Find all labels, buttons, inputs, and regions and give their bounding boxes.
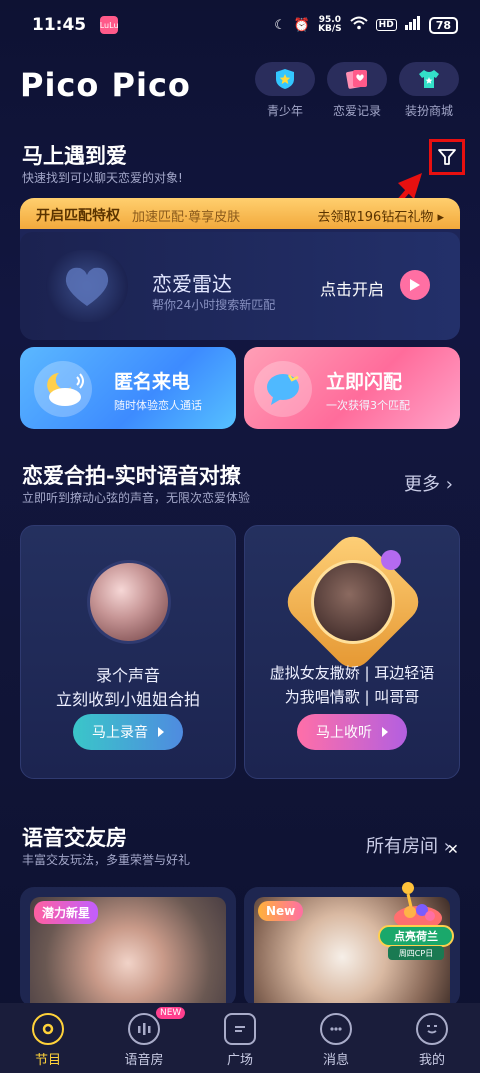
play-icon[interactable] — [400, 270, 430, 300]
voice-more-link[interactable]: 更多 › — [404, 470, 453, 496]
listen-line1: 虚拟女友撒娇 | 耳边轻语 — [269, 664, 435, 682]
app-header: Pico Pico 青少年 恋爱记录 装扮商城 — [20, 56, 460, 124]
chat-bubble-icon — [254, 361, 312, 417]
tab-programs[interactable]: 节目 — [0, 1003, 96, 1073]
tab-profile[interactable]: 我的 — [384, 1003, 480, 1073]
shield-star-icon — [255, 62, 315, 96]
filter-button[interactable] — [429, 139, 465, 175]
match-privilege-banner[interactable]: 开启匹配特权 加速匹配·尊享皮肤 去领取196钻石礼物 ▸ — [20, 198, 460, 232]
tshirt-icon — [399, 62, 459, 96]
wifi-icon — [350, 16, 368, 34]
tab-voice-room[interactable]: NEW 语音房 — [96, 1003, 192, 1073]
privilege-reward-link[interactable]: 去领取196钻石礼物 ▸ — [318, 206, 461, 225]
moon-cloud-icon — [34, 361, 92, 417]
love-section-subtitle: 快速找到可以聊天恋爱的对象! — [22, 171, 183, 185]
room-tag: 潜力新星 — [34, 901, 99, 924]
battery-icon: 78 — [428, 16, 458, 34]
heart-cards-icon — [327, 62, 387, 96]
tab-messages-label: 消息 — [322, 1053, 349, 1068]
app-logo: Pico Pico — [20, 66, 191, 104]
filter-icon — [438, 149, 456, 165]
play-icon — [158, 727, 164, 737]
play-icon — [382, 727, 388, 737]
status-bar: 11:45 LuLu ☾ ⏰ 95.0 KB/S HD 78 — [0, 0, 480, 50]
listen-button-label: 马上收听 — [316, 725, 372, 741]
hd-icon: HD — [375, 19, 397, 31]
record-voice-button[interactable]: 马上录音 — [73, 714, 183, 750]
voice-section-subtitle: 立即听到撩动心弦的声音，无限次恋爱体验 — [22, 491, 251, 505]
radar-title: 恋爱雷达 — [152, 272, 232, 296]
speed-unit: KB/S — [318, 24, 342, 34]
close-icon[interactable]: ✕ — [447, 842, 459, 858]
teen-mode-button[interactable]: 青少年 — [254, 62, 316, 119]
status-indicators: ☾ ⏰ 95.0 KB/S HD 78 — [274, 16, 458, 34]
radar-subtitle: 帮你24小时搜索新匹配 — [152, 298, 276, 312]
star-chat-icon — [224, 1013, 256, 1045]
privilege-title: 开启匹配特权 — [36, 208, 120, 224]
bottom-tab-bar: 节目 NEW 语音房 广场 消息 我的 — [0, 1003, 480, 1073]
dress-shop-button[interactable]: 装扮商城 — [398, 62, 460, 119]
at-sign-icon — [32, 1013, 64, 1045]
teen-mode-label: 青少年 — [266, 104, 303, 118]
status-time: 11:45 — [32, 15, 87, 35]
tab-plaza-label: 广场 — [226, 1053, 253, 1068]
rooms-more-label: 所有房间 — [366, 836, 438, 857]
tab-voice-room-label: 语音房 — [124, 1053, 164, 1068]
record-voice-line1: 录个声音 — [95, 666, 160, 685]
record-voice-button-label: 马上录音 — [92, 725, 148, 741]
alarm-icon: ⏰ — [293, 17, 311, 33]
header-shortcuts: 青少年 恋爱记录 装扮商城 — [254, 62, 460, 119]
music-note-icon — [381, 550, 401, 570]
avatar — [87, 560, 171, 644]
promo-sub: 周四CP日 — [388, 946, 444, 960]
anonymous-call-title: 匿名来电 — [114, 371, 191, 393]
listen-line2: 为我唱情歌 | 叫哥哥 — [284, 688, 420, 706]
flash-match-subtitle: 一次获得3个匹配 — [326, 399, 410, 412]
heart-icon — [46, 250, 128, 322]
rooms-section-title: 语音交友房 — [22, 826, 127, 850]
anonymous-call-subtitle: 随时体验恋人通话 — [114, 399, 202, 412]
voice-section-title: 恋爱合拍-实时语音对撩 — [22, 464, 241, 488]
chevron-right-icon: › — [445, 474, 453, 495]
privilege-desc: 加速匹配·尊享皮肤 — [132, 209, 241, 225]
sound-bars-icon — [128, 1013, 160, 1045]
rooms-more-link[interactable]: 所有房间 › — [366, 832, 451, 858]
love-section-title: 马上遇到爱 — [22, 144, 127, 168]
record-voice-line2: 立刻收到小姐姐合拍 — [55, 690, 200, 709]
moon-icon: ☾ — [274, 17, 286, 33]
signal-icon — [404, 16, 421, 34]
flash-match-title: 立即闪配 — [326, 371, 403, 393]
tab-messages[interactable]: 消息 — [288, 1003, 384, 1073]
anonymous-call-tile[interactable]: 匿名来电 随时体验恋人通话 — [20, 347, 236, 429]
tab-plaza[interactable]: 广场 — [192, 1003, 288, 1073]
room-tag: New — [258, 901, 304, 921]
record-voice-card[interactable]: 录个声音 立刻收到小姐姐合拍 马上录音 — [20, 525, 236, 779]
listen-card[interactable]: 虚拟女友撒娇 | 耳边轻语 为我唱情歌 | 叫哥哥 马上收听 — [244, 525, 460, 779]
room-card[interactable]: 潜力新星 — [20, 887, 236, 1007]
network-speed: 95.0 KB/S — [318, 16, 342, 34]
promo-label[interactable]: 点亮荷兰 — [378, 925, 454, 947]
app-notification-icon: LuLu — [100, 16, 119, 34]
flash-match-tile[interactable]: 立即闪配 一次获得3个匹配 — [244, 347, 460, 429]
avatar — [311, 560, 395, 644]
radar-cta[interactable]: 点击开启 — [320, 276, 384, 300]
voice-more-label: 更多 — [404, 474, 440, 495]
message-bubble-icon — [320, 1013, 352, 1045]
love-record-button[interactable]: 恋爱记录 — [326, 62, 388, 119]
face-icon — [416, 1013, 448, 1045]
dress-shop-label: 装扮商城 — [404, 104, 453, 118]
tab-programs-label: 节目 — [34, 1053, 61, 1068]
listen-button[interactable]: 马上收听 — [297, 714, 407, 750]
rooms-section-subtitle: 丰富交友玩法，多重荣誉与好礼 — [22, 853, 191, 867]
match-card: 开启匹配特权 加速匹配·尊享皮肤 去领取196钻石礼物 ▸ 恋爱雷达 帮你24小… — [20, 198, 460, 340]
privilege-reward-text: 去领取196钻石礼物 — [317, 209, 434, 225]
love-radar[interactable]: 恋爱雷达 帮你24小时搜索新匹配 点击开启 — [20, 232, 460, 340]
love-record-label: 恋爱记录 — [332, 104, 381, 118]
tab-profile-label: 我的 — [418, 1053, 445, 1068]
new-badge: NEW — [156, 1007, 186, 1019]
